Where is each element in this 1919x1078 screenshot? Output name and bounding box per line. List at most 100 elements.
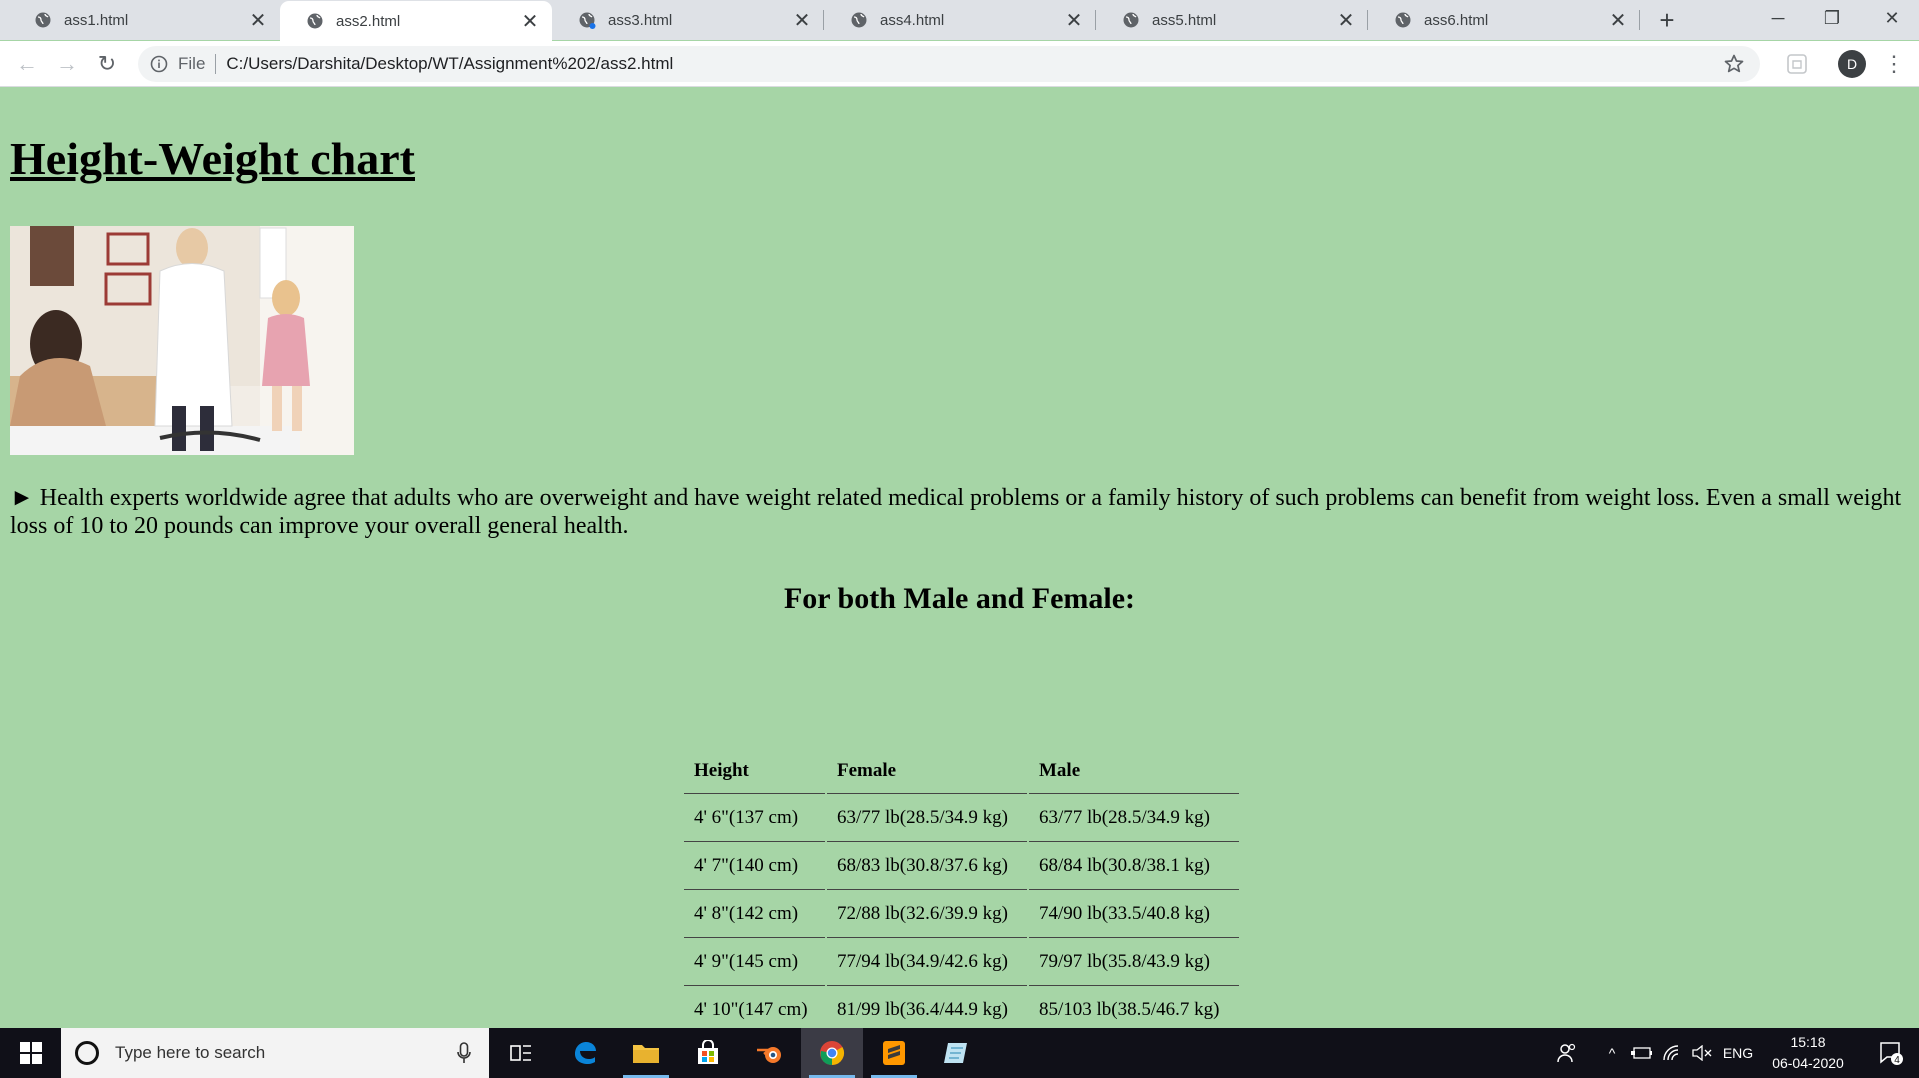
clock-date: 06-04-2020 xyxy=(1772,1055,1844,1071)
table-cell: 63/77 lb(28.5/34.9 kg) xyxy=(827,796,1027,842)
page-content: Height-Weight chart ► Health experts wor xyxy=(0,88,1919,1034)
table-row: 4' 7"(140 cm) 68/83 lb(30.8/37.6 kg) 68/… xyxy=(684,844,1239,890)
sublime-text-icon xyxy=(883,1041,905,1065)
table-row: 4' 9"(145 cm) 77/94 lb(34.9/42.6 kg) 79/… xyxy=(684,940,1239,986)
taskbar-file-explorer[interactable] xyxy=(615,1028,677,1078)
tab-close-icon[interactable]: ✕ xyxy=(246,8,270,32)
table-cell: 74/90 lb(33.5/40.8 kg) xyxy=(1029,892,1239,938)
url-text[interactable]: C:/Users/Darshita/Desktop/WT/Assignment%… xyxy=(226,54,673,74)
notification-count: 4 xyxy=(1894,1055,1900,1066)
taskbar-notes[interactable] xyxy=(925,1028,987,1078)
search-placeholder: Type here to search xyxy=(115,1043,266,1062)
system-clock[interactable]: 15:18 06-04-2020 xyxy=(1760,1032,1856,1074)
intro-paragraph: ► Health experts worldwide agree that ad… xyxy=(10,485,1902,539)
new-tab-button[interactable]: + xyxy=(1653,5,1681,35)
tab-title: ass6.html xyxy=(1424,11,1489,29)
table-row: 4' 8"(142 cm) 72/88 lb(32.6/39.9 kg) 74/… xyxy=(684,892,1239,938)
task-view-icon xyxy=(510,1045,531,1061)
notification-icon: 4 xyxy=(1880,1042,1903,1066)
tab-close-icon[interactable]: ✕ xyxy=(518,9,542,33)
tab-close-icon[interactable]: ✕ xyxy=(1606,8,1630,32)
taskbar-edge[interactable] xyxy=(553,1028,615,1078)
start-button[interactable] xyxy=(0,1028,61,1078)
taskbar-sublime[interactable] xyxy=(863,1028,925,1078)
folder-icon xyxy=(633,1045,659,1063)
profile-avatar[interactable]: D xyxy=(1838,50,1866,78)
table-cell: 63/77 lb(28.5/34.9 kg) xyxy=(1029,796,1239,842)
blender-icon xyxy=(757,1047,781,1063)
tab-title: ass1.html xyxy=(64,11,129,29)
extension-icon[interactable] xyxy=(1786,53,1808,75)
cortana-icon xyxy=(75,1041,99,1065)
table-cell: 4' 6"(137 cm) xyxy=(684,796,825,842)
height-weight-table: Height Female Male 4' 6"(137 cm) 63/77 l… xyxy=(682,748,1241,1036)
chrome-icon xyxy=(820,1041,845,1065)
battery-tray[interactable] xyxy=(1628,1028,1656,1078)
globe-icon xyxy=(1395,12,1411,28)
globe-icon xyxy=(307,13,323,29)
taskbar-blender[interactable] xyxy=(739,1028,801,1078)
taskbar-store[interactable] xyxy=(677,1028,739,1078)
volume-tray[interactable] xyxy=(1688,1028,1716,1078)
tab-title: ass4.html xyxy=(880,11,945,29)
tab-ass4[interactable]: ass4.html ✕ xyxy=(824,0,1096,40)
taskbar-search[interactable]: Type here to search xyxy=(61,1028,489,1078)
tab-close-icon[interactable]: ✕ xyxy=(1334,8,1358,32)
tab-close-icon[interactable]: ✕ xyxy=(790,8,814,32)
people-button[interactable] xyxy=(1550,1028,1584,1078)
reload-button[interactable]: ↻ xyxy=(91,48,123,80)
globe-icon xyxy=(579,12,596,29)
network-tray[interactable] xyxy=(1658,1028,1686,1078)
table-row: 4' 6"(137 cm) 63/77 lb(28.5/34.9 kg) 63/… xyxy=(684,796,1239,842)
action-center-button[interactable]: 4 xyxy=(1866,1028,1916,1078)
browser-toolbar: ← → ↻ File C:/Users/Darshita/Desktop/WT/… xyxy=(0,41,1919,87)
windows-taskbar: Type here to search ^ ENG 15:18 06-04-20… xyxy=(0,1028,1919,1078)
tab-ass2[interactable]: ass2.html ✕ xyxy=(280,1,552,41)
tab-ass6[interactable]: ass6.html ✕ xyxy=(1368,0,1640,40)
tab-title: ass5.html xyxy=(1152,11,1217,29)
people-icon xyxy=(1557,1043,1576,1063)
tab-ass5[interactable]: ass5.html ✕ xyxy=(1096,0,1368,40)
back-button[interactable]: ← xyxy=(11,48,43,80)
table-cell: 68/83 lb(30.8/37.6 kg) xyxy=(827,844,1027,890)
omnibox-divider xyxy=(215,54,217,74)
table-heading: For both Male and Female: xyxy=(783,582,1136,615)
language-indicator[interactable]: ENG xyxy=(1720,1028,1756,1078)
globe-icon xyxy=(1123,12,1139,28)
windows-logo-icon xyxy=(19,1042,42,1064)
table-cell: 79/97 lb(35.8/43.9 kg) xyxy=(1029,940,1239,986)
table-cell: 68/84 lb(30.8/38.1 kg) xyxy=(1029,844,1239,890)
taskbar-chrome[interactable] xyxy=(801,1028,863,1078)
scheme-label: File xyxy=(178,54,206,73)
tab-title: ass3.html xyxy=(608,11,673,29)
microphone-icon[interactable] xyxy=(457,1042,471,1064)
table-cell: 72/88 lb(32.6/39.9 kg) xyxy=(827,892,1027,938)
battery-icon xyxy=(1631,1047,1652,1059)
forward-button[interactable]: → xyxy=(51,48,83,80)
column-header: Male xyxy=(1029,750,1239,794)
tab-title: ass2.html xyxy=(336,12,401,30)
address-bar[interactable]: File C:/Users/Darshita/Desktop/WT/Assign… xyxy=(138,46,1760,82)
bookmark-star-icon[interactable] xyxy=(1722,52,1746,76)
browser-menu-button[interactable]: ⋮ xyxy=(1882,50,1906,78)
window-close-button[interactable]: ✕ xyxy=(1865,0,1919,36)
tab-ass1[interactable]: ass1.html ✕ xyxy=(8,0,280,40)
minimize-button[interactable]: ─ xyxy=(1751,0,1805,36)
notes-app-icon xyxy=(944,1043,967,1063)
tab-ass3[interactable]: ass3.html ✕ xyxy=(552,0,824,40)
info-icon[interactable] xyxy=(150,55,168,73)
tab-close-icon[interactable]: ✕ xyxy=(1062,8,1086,32)
restore-button[interactable]: ❐ xyxy=(1805,0,1859,36)
table-cell: 4' 9"(145 cm) xyxy=(684,940,825,986)
column-header: Female xyxy=(827,750,1027,794)
table-header-row: Height Female Male xyxy=(684,750,1239,794)
store-icon xyxy=(698,1040,718,1064)
show-hidden-icons[interactable]: ^ xyxy=(1600,1028,1624,1078)
globe-icon xyxy=(851,12,867,28)
column-header: Height xyxy=(684,750,825,794)
volume-muted-icon xyxy=(1692,1045,1712,1061)
clock-time: 15:18 xyxy=(1790,1034,1826,1050)
table-cell: 4' 8"(142 cm) xyxy=(684,892,825,938)
loading-dot xyxy=(589,23,596,29)
task-view-button[interactable] xyxy=(490,1028,552,1078)
